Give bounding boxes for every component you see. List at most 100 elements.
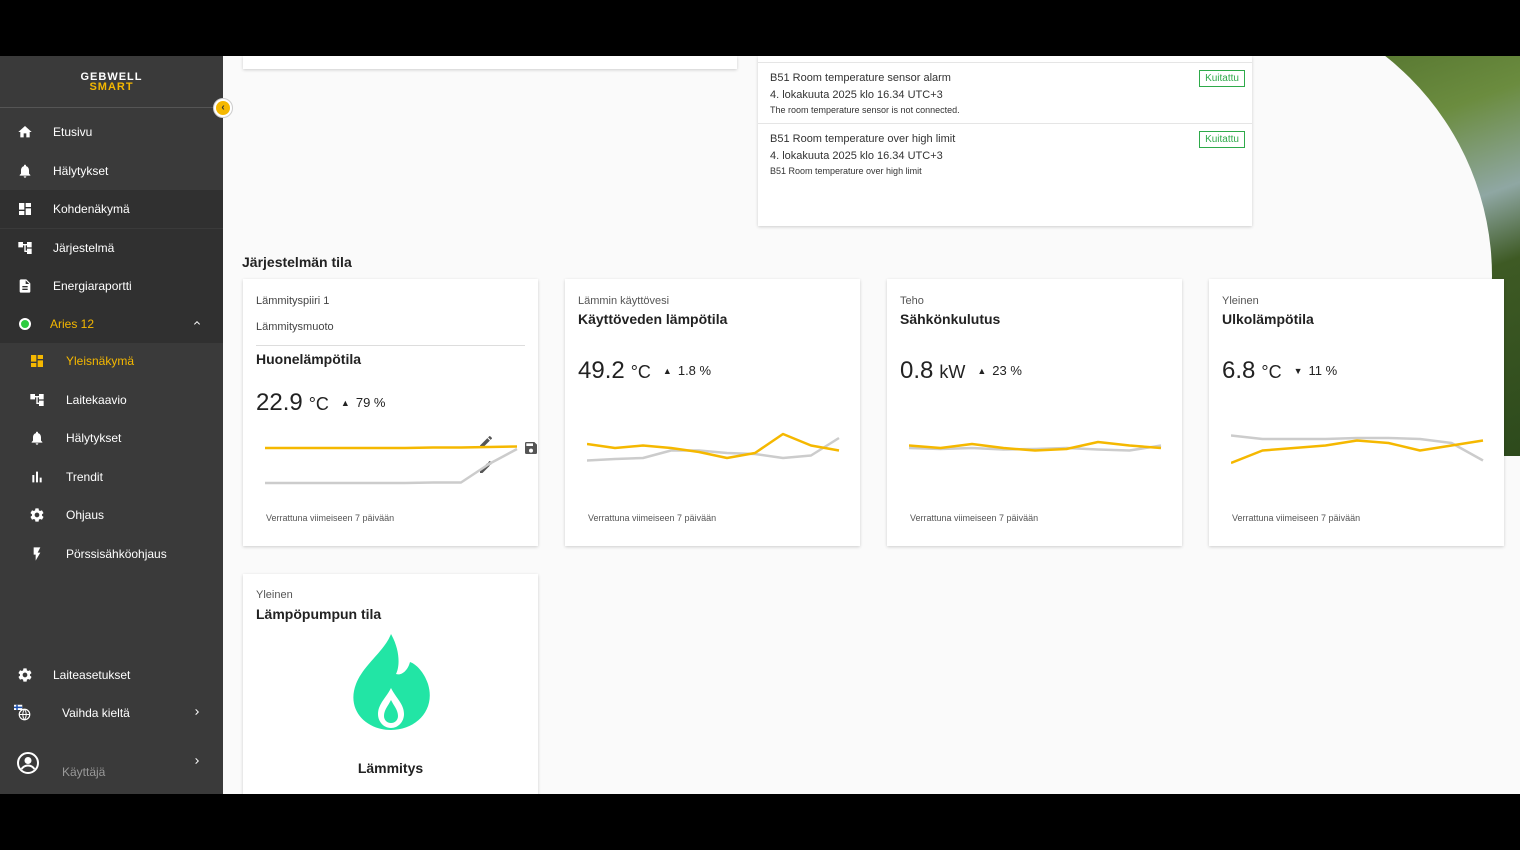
comparison-note: Verrattuna viimeiseen 7 päivään bbox=[910, 513, 1039, 523]
sidebar-item-label: Laiteasetukset bbox=[53, 668, 131, 682]
sidebar-item-label: Energiaraportti bbox=[53, 279, 132, 293]
hierarchy-icon bbox=[16, 239, 34, 257]
card-category: Teho bbox=[900, 295, 924, 307]
comparison-note: Verrattuna viimeiseen 7 päivään bbox=[1232, 513, 1361, 523]
sidebar-item-kohdenakyma[interactable]: Kohdenäkymä bbox=[0, 190, 223, 228]
alarm-description: B51 Room temperature over high limit bbox=[770, 166, 922, 176]
hierarchy-icon bbox=[28, 391, 46, 409]
pump-state-label: Lämmitys bbox=[357, 760, 424, 776]
power-consumption-card: Teho Sähkönkulutus 0.8 kW ▲ 23 % Verratt… bbox=[887, 279, 1182, 546]
sidebar: GEBWELL SMART Etusivu Hälytykset Kohdenä… bbox=[0, 56, 223, 794]
sidebar-item-laiteasetukset[interactable]: Laiteasetukset bbox=[0, 656, 223, 694]
sidebar-item-label: Pörssisähköohjaus bbox=[66, 547, 167, 561]
hot-water-card: Lämmin käyttövesi Käyttöveden lämpötila … bbox=[565, 279, 860, 546]
card-title: Lämpöpumpun tila bbox=[256, 606, 382, 622]
value-row: 49.2 °C ▲ 1.8 % bbox=[578, 357, 711, 385]
sidebar-item-label: Hälytykset bbox=[66, 431, 122, 445]
report-icon bbox=[16, 277, 34, 295]
sidebar-item-label: Vaihda kieltä bbox=[62, 706, 130, 720]
heating-circuit-field[interactable]: Lämmityspiiri 1 bbox=[256, 295, 329, 307]
unit-text: °C bbox=[1261, 362, 1282, 382]
sidebar-item-label: Trendit bbox=[66, 470, 103, 484]
sidebar-item-label: Yleisnäkymä bbox=[66, 354, 135, 368]
room-temperature-card: Lämmityspiiri 1 Lämmitysmuoto Huonelämpö… bbox=[243, 279, 538, 546]
alarm-list-card: B51 Room temperature sensor alarm 4. lok… bbox=[758, 56, 1252, 226]
heat-pump-status-card: Yleinen Lämpöpumpun tila Lämmitys bbox=[243, 574, 538, 794]
sidebar-item-language[interactable]: Vaihda kieltä bbox=[0, 694, 223, 732]
edit-icon[interactable] bbox=[465, 294, 492, 448]
bell-icon bbox=[16, 162, 34, 180]
value-row: 22.9 °C ▲ 79 % bbox=[256, 389, 385, 417]
value-text: 22.9 bbox=[256, 389, 303, 416]
card-title: Ulkolämpötila bbox=[1222, 311, 1314, 327]
chevron-up-icon bbox=[191, 316, 203, 332]
sidebar-item-label: Kohdenäkymä bbox=[53, 202, 130, 216]
trend-arrow-icon: ▲ bbox=[340, 398, 350, 408]
sidebar-item-trendit[interactable]: Trendit bbox=[0, 458, 223, 496]
unit-text: kW bbox=[939, 362, 966, 382]
chevron-right-icon bbox=[191, 705, 203, 721]
sidebar-item-energiaraportti[interactable]: Energiaraportti bbox=[0, 267, 223, 305]
sidebar-item-jarjestelma[interactable]: Järjestelmä bbox=[0, 229, 223, 267]
dashboard-icon bbox=[28, 352, 46, 370]
save-icon[interactable] bbox=[510, 300, 537, 454]
alarm-item[interactable]: B51 Room temperature over high limit 4. … bbox=[758, 123, 1252, 184]
current-period-line bbox=[1231, 439, 1484, 465]
bar-chart-icon bbox=[28, 468, 46, 486]
card-title: Käyttöveden lämpötila bbox=[578, 311, 728, 327]
gear-icon bbox=[16, 666, 34, 684]
heating-mode-field[interactable]: Lämmitysmuoto bbox=[256, 321, 334, 333]
device-label: Aries 12 bbox=[50, 317, 95, 331]
value-row: 0.8 kW ▲ 23 % bbox=[900, 357, 1022, 385]
sidebar-item-ohjaus[interactable]: Ohjaus bbox=[0, 496, 223, 534]
sidebar-item-etusivu[interactable]: Etusivu bbox=[0, 113, 223, 151]
dashboard-icon bbox=[16, 200, 34, 218]
trend-arrow-icon: ▼ bbox=[1293, 366, 1303, 376]
edit-icon[interactable] bbox=[465, 319, 492, 473]
status-dot-icon bbox=[16, 315, 34, 333]
top-card bbox=[243, 56, 737, 69]
unit-text: °C bbox=[630, 362, 651, 382]
sidebar-item-label: Käyttäjä bbox=[62, 765, 106, 779]
change-percent: 23 % bbox=[992, 363, 1022, 378]
alarm-title: B51 Room temperature sensor alarm bbox=[770, 72, 951, 84]
sidebar-item-label: Etusivu bbox=[53, 125, 93, 139]
change-percent: 11 % bbox=[1308, 363, 1338, 378]
section-title: Järjestelmän tila bbox=[242, 254, 352, 270]
sparkline-chart bbox=[587, 432, 840, 462]
card-title: Sähkönkulutus bbox=[900, 311, 1001, 327]
sidebar-item-halytykset-device[interactable]: Hälytykset bbox=[0, 419, 223, 457]
previous-period-line bbox=[265, 447, 518, 485]
sidebar-item-porssisahkoohjaus[interactable]: Pörssisähköohjaus bbox=[0, 535, 223, 573]
globe-flag-icon bbox=[14, 704, 32, 722]
sidebar-item-halytykset[interactable]: Hälytykset bbox=[0, 152, 223, 190]
sidebar-item-label: Hälytykset bbox=[53, 164, 109, 178]
alarm-item[interactable]: B51 Room temperature sensor alarm 4. lok… bbox=[758, 62, 1252, 123]
gear-icon bbox=[28, 506, 46, 524]
alarm-title: B51 Room temperature over high limit bbox=[770, 133, 956, 145]
comparison-note: Verrattuna viimeiseen 7 päivään bbox=[588, 513, 717, 523]
sidebar-item-label: Laitekaavio bbox=[66, 393, 127, 407]
alarm-description: The room temperature sensor is not conne… bbox=[770, 105, 960, 115]
alarm-date: 4. lokakuuta 2025 klo 16.34 UTC+3 bbox=[770, 89, 943, 101]
sidebar-item-yleisnakyma[interactable]: Yleisnäkymä bbox=[0, 342, 223, 380]
outdoor-temperature-card: Yleinen Ulkolämpötila 6.8 °C ▼ 11 % Verr… bbox=[1209, 279, 1504, 546]
sparkline-chart bbox=[1231, 434, 1484, 465]
value-text: 49.2 bbox=[578, 357, 625, 384]
brand-logo[interactable]: GEBWELL SMART bbox=[0, 56, 223, 108]
sidebar-device-aries[interactable]: Aries 12 bbox=[0, 305, 223, 343]
sidebar-item-label: Järjestelmä bbox=[53, 241, 115, 255]
current-period-line bbox=[265, 445, 518, 450]
sidebar-item-laitekaavio[interactable]: Laitekaavio bbox=[0, 381, 223, 419]
trend-arrow-icon: ▲ bbox=[977, 366, 987, 376]
card-category: Yleinen bbox=[1222, 295, 1259, 307]
sidebar-collapse-button[interactable]: ‹ bbox=[213, 98, 233, 118]
sidebar-item-user[interactable]: Käyttäjä bbox=[0, 744, 223, 788]
value-row: 6.8 °C ▼ 11 % bbox=[1222, 357, 1337, 385]
sparkline-chart bbox=[265, 445, 518, 485]
acknowledged-badge: Kuitattu bbox=[1199, 131, 1245, 148]
alarm-date: 4. lokakuuta 2025 klo 16.34 UTC+3 bbox=[770, 150, 943, 162]
comparison-note: Verrattuna viimeiseen 7 päivään bbox=[266, 513, 395, 523]
chevron-left-icon: ‹ bbox=[216, 101, 230, 115]
bell-icon bbox=[28, 429, 46, 447]
